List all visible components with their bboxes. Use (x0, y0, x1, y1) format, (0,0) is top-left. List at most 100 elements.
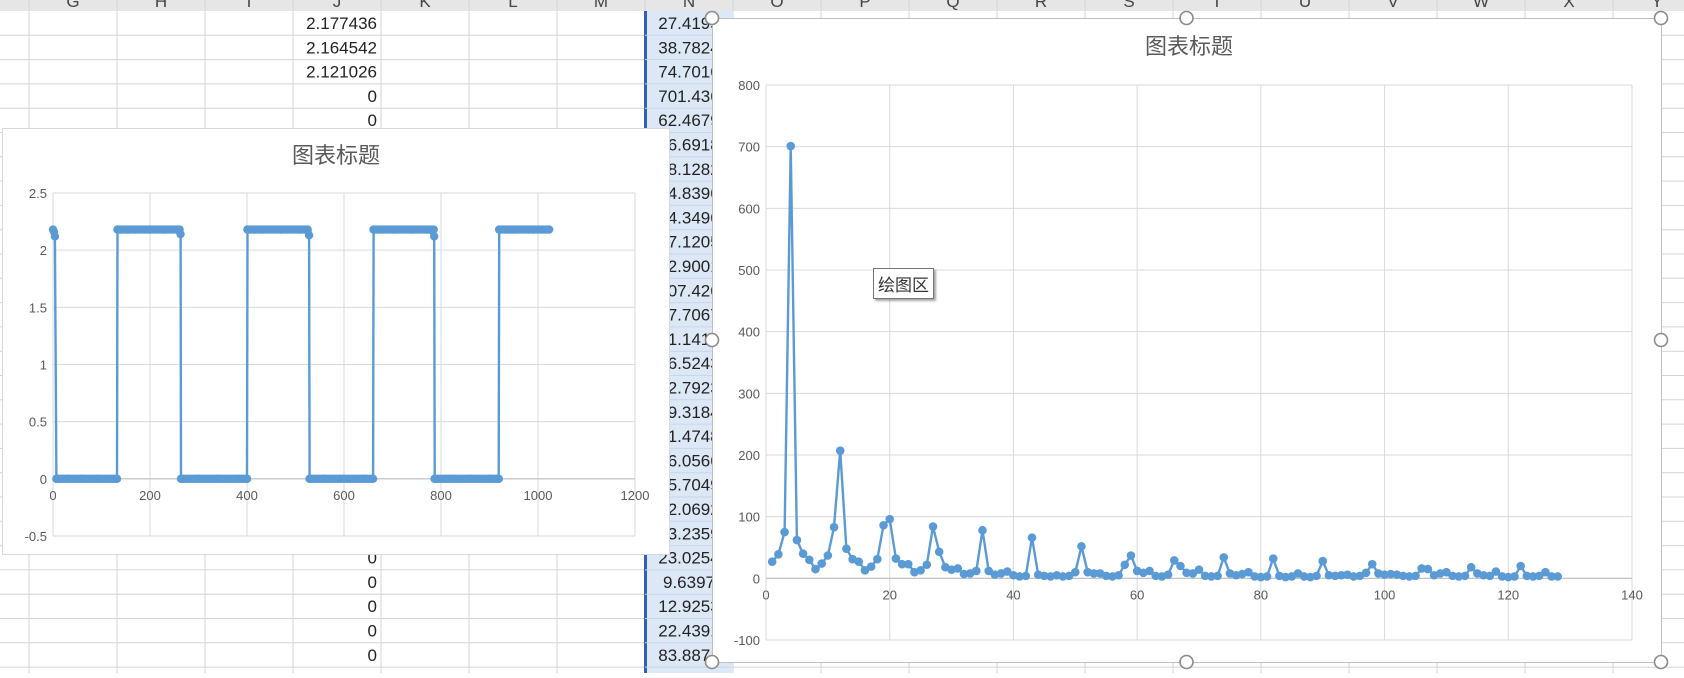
data-point[interactable] (972, 566, 981, 576)
data-point[interactable] (242, 474, 252, 484)
column-header-w[interactable]: W (1473, 0, 1489, 11)
data-point[interactable] (1367, 559, 1377, 569)
data-point[interactable] (774, 549, 783, 559)
data-point[interactable] (1423, 564, 1433, 574)
column-header-h[interactable]: H (155, 0, 167, 11)
column-header-o[interactable]: O (770, 0, 783, 11)
data-point[interactable] (1262, 572, 1272, 581)
data-point[interactable] (1411, 571, 1420, 581)
column-header-k[interactable]: K (419, 0, 431, 11)
column-header-x[interactable]: X (1563, 0, 1574, 11)
y-tick-label: 700 (738, 140, 760, 155)
cell-j-3[interactable]: 2.121026 (306, 63, 377, 82)
data-point[interactable] (1027, 533, 1037, 542)
data-point[interactable] (879, 521, 888, 530)
column-header-v[interactable]: V (1387, 0, 1399, 11)
chart-left-plot[interactable]: 图表标题 2.5 2 1.5 1 0.5 0 -0.5 0 200 400 600 800 1000 120… (3, 129, 669, 554)
data-point[interactable] (767, 557, 777, 566)
data-point[interactable] (1021, 571, 1031, 581)
data-point[interactable] (798, 549, 808, 558)
chart-title[interactable]: 图表标题 (1145, 34, 1233, 59)
cell-n-26[interactable]: 22.4391 (658, 622, 719, 641)
data-point[interactable] (1268, 554, 1278, 563)
data-point[interactable] (1516, 561, 1525, 571)
data-point[interactable] (885, 514, 895, 524)
column-header-u[interactable]: U (1299, 0, 1311, 11)
data-point[interactable] (1194, 565, 1204, 574)
data-point[interactable] (792, 535, 802, 545)
cell-n-1[interactable]: 27.4195 (658, 14, 719, 33)
data-point[interactable] (1361, 568, 1371, 578)
chart-left[interactable]: 图表标题 2.5 2 1.5 1 0.5 0 -0.5 0 200 400 600 800 1000 120… (2, 128, 670, 555)
data-point[interactable] (978, 525, 987, 535)
column-header-m[interactable]: M (594, 0, 608, 11)
series-line[interactable] (51, 228, 550, 480)
data-point[interactable] (866, 562, 876, 571)
chart-title[interactable]: 图表标题 (292, 143, 380, 168)
data-point[interactable] (873, 554, 882, 564)
data-point[interactable] (922, 560, 932, 570)
data-point[interactable] (1318, 556, 1328, 566)
data-point[interactable] (543, 225, 552, 234)
data-point[interactable] (1176, 561, 1185, 571)
cell-j-1[interactable]: 2.177436 (306, 14, 377, 33)
cell-j-24[interactable]: 0 (368, 573, 377, 592)
data-point[interactable] (1219, 553, 1229, 562)
data-point[interactable] (1312, 571, 1321, 581)
cell-n-24[interactable]: 9.6397 (663, 573, 715, 592)
cell-j-27[interactable]: 0 (368, 646, 377, 665)
column-header-g[interactable]: G (66, 0, 79, 11)
cell-n-3[interactable]: 74.7016 (658, 63, 719, 82)
column-header-p[interactable]: P (859, 0, 870, 11)
cell-j-26[interactable]: 0 (368, 622, 377, 641)
column-header-r[interactable]: R (1035, 0, 1047, 11)
data-point[interactable] (934, 547, 944, 557)
column-header-n[interactable]: N (683, 0, 695, 11)
data-point[interactable] (303, 225, 312, 234)
column-header-y[interactable]: Y (1651, 0, 1662, 11)
data-point[interactable] (112, 474, 121, 484)
cell-n-4[interactable]: 701.436 (658, 87, 719, 106)
data-point[interactable] (1070, 567, 1080, 577)
data-point[interactable] (928, 522, 938, 531)
data-point[interactable] (823, 551, 833, 560)
data-point[interactable] (1213, 571, 1222, 581)
data-point[interactable] (367, 474, 376, 484)
data-point[interactable] (854, 557, 864, 566)
chart-right[interactable]: 图表标题 800 700 600 500 400 300 200 100 0 -100 0 20 40 60… (712, 18, 1662, 663)
cell-j-2[interactable]: 2.164542 (306, 38, 377, 57)
data-point[interactable] (175, 225, 184, 234)
data-point[interactable] (805, 555, 814, 565)
data-point[interactable] (1163, 570, 1173, 579)
data-point[interactable] (817, 559, 826, 568)
data-point[interactable] (786, 141, 796, 151)
column-header-j[interactable]: J (333, 0, 342, 11)
data-point[interactable] (780, 527, 789, 537)
data-point[interactable] (1077, 541, 1086, 551)
data-point[interactable] (903, 559, 913, 569)
data-point[interactable] (1460, 571, 1470, 581)
cell-n-2[interactable]: 38.7824 (658, 38, 719, 57)
cell-n-27[interactable]: 83.8871 (658, 646, 719, 665)
data-point[interactable] (1553, 572, 1563, 581)
data-point[interactable] (494, 474, 503, 484)
column-header-l[interactable]: L (508, 0, 517, 11)
data-point[interactable] (1126, 551, 1136, 560)
cell-n-25[interactable]: 12.9253 (658, 597, 719, 616)
column-header-i[interactable]: I (247, 0, 252, 11)
data-point[interactable] (50, 232, 60, 241)
data-point[interactable] (829, 522, 839, 532)
column-header-q[interactable]: Q (946, 0, 959, 11)
data-point[interactable] (835, 446, 845, 455)
data-point[interactable] (1114, 570, 1123, 580)
column-header-t[interactable]: T (1212, 0, 1222, 11)
data-point[interactable] (1120, 560, 1130, 570)
data-point[interactable] (1466, 562, 1476, 572)
data-point[interactable] (1510, 572, 1519, 581)
data-point[interactable] (842, 544, 851, 554)
data-point[interactable] (429, 225, 438, 234)
column-header-s[interactable]: S (1123, 0, 1134, 11)
cell-j-4[interactable]: 0 (368, 87, 377, 106)
cell-j-25[interactable]: 0 (368, 597, 377, 616)
chart-right-plot[interactable]: 图表标题 800 700 600 500 400 300 200 100 0 -100 0 20 40 60… (713, 19, 1661, 662)
